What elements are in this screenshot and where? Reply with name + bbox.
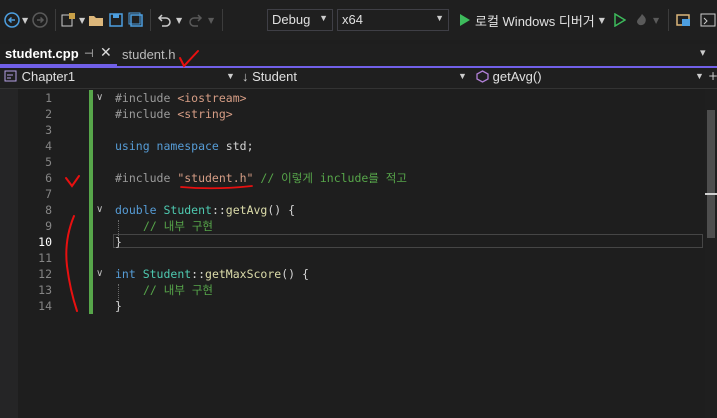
fold-chevron-icon[interactable]: ∨ bbox=[96, 266, 103, 282]
line-number: 6 bbox=[45, 171, 52, 185]
change-tracking-bar bbox=[89, 90, 93, 314]
line-number: 14 bbox=[38, 299, 52, 313]
line-number: 11 bbox=[38, 251, 52, 265]
line-number: 9 bbox=[45, 219, 52, 233]
project-dropdown[interactable]: Chapter1 ▼ bbox=[4, 69, 235, 87]
line-number: 8 bbox=[45, 203, 52, 217]
current-line-highlight bbox=[113, 234, 703, 248]
tab-bar: student.cpp ⊣ ✕ student.h ▾ bbox=[0, 44, 717, 66]
line-number: 1 bbox=[45, 91, 52, 105]
code-line: int Student::getMaxScore() { bbox=[115, 267, 309, 281]
new-dropdown-icon[interactable]: ▼ bbox=[79, 10, 85, 30]
run-debugger-button[interactable]: 로컬 Windows 디버거 ▼ bbox=[457, 10, 605, 30]
project-icon bbox=[4, 70, 17, 82]
hot-reload-icon[interactable] bbox=[634, 10, 650, 30]
back-dropdown-icon[interactable]: ▼ bbox=[22, 10, 28, 30]
tab-overflow-icon[interactable]: ▾ bbox=[700, 46, 706, 59]
code-line: #include <iostream> bbox=[115, 91, 247, 105]
forward-icon[interactable] bbox=[32, 10, 48, 30]
save-all-icon[interactable] bbox=[128, 10, 144, 30]
code-line: // 내부 구현 bbox=[143, 219, 214, 233]
chevron-down-icon: ▼ bbox=[598, 15, 605, 25]
chevron-down-icon: ▼ bbox=[435, 13, 444, 23]
solution-explorer-icon[interactable] bbox=[676, 10, 692, 30]
code-line: double Student::getAvg() { bbox=[115, 203, 296, 217]
chevron-down-icon: ▼ bbox=[458, 71, 467, 81]
undo-icon[interactable] bbox=[156, 10, 172, 30]
pin-icon[interactable]: ⊣ bbox=[84, 47, 94, 60]
config-select[interactable]: Debug ▼ bbox=[267, 9, 333, 31]
line-number: 5 bbox=[45, 155, 52, 169]
back-icon[interactable] bbox=[4, 10, 20, 30]
code-line: } bbox=[115, 299, 122, 313]
tab-label: student.cpp bbox=[5, 46, 79, 61]
scope-name: Student bbox=[252, 69, 297, 84]
line-number: 2 bbox=[45, 107, 52, 121]
run-label: 로컬 Windows 디버거 bbox=[475, 13, 595, 29]
config-value: Debug bbox=[272, 12, 311, 27]
project-name: Chapter1 bbox=[21, 69, 76, 84]
open-folder-icon[interactable] bbox=[88, 10, 104, 30]
line-number: 3 bbox=[45, 123, 52, 137]
code-line: #include <string> bbox=[115, 107, 233, 121]
fold-chevron-icon[interactable]: ∨ bbox=[96, 90, 103, 106]
platform-value: x64 bbox=[342, 12, 363, 27]
toolbar: ▼ ▼ ▼ ▼ Debug ▼ x64 ▼ 로컬 Windows 디버거 ▼ ▼ bbox=[0, 0, 717, 40]
start-without-debug-icon[interactable] bbox=[612, 10, 626, 30]
scrollbar-thumb[interactable] bbox=[707, 110, 715, 238]
chevron-down-icon: ▼ bbox=[226, 71, 235, 81]
chevron-down-icon: ▼ bbox=[319, 13, 328, 23]
close-icon[interactable]: ✕ bbox=[100, 45, 112, 61]
redo-dropdown-icon[interactable]: ▼ bbox=[208, 10, 214, 30]
chevron-down-icon: ▼ bbox=[695, 71, 704, 81]
platform-select[interactable]: x64 ▼ bbox=[337, 9, 449, 31]
member-dropdown[interactable]: getAvg() ▼ bbox=[476, 69, 704, 87]
new-project-icon[interactable] bbox=[60, 10, 76, 30]
redo-icon[interactable] bbox=[188, 10, 204, 30]
tab-student-cpp[interactable]: student.cpp ⊣ ✕ bbox=[0, 44, 117, 66]
undo-dropdown-icon[interactable]: ▼ bbox=[176, 10, 182, 30]
code-line: // 내부 구현 bbox=[143, 283, 214, 297]
code-line: using namespace std; bbox=[115, 139, 254, 153]
line-number-current: 10 bbox=[38, 235, 52, 249]
split-icon[interactable]: + bbox=[708, 69, 717, 83]
line-number: 13 bbox=[38, 283, 52, 297]
code-line-current: } bbox=[115, 235, 122, 249]
method-cube-icon bbox=[476, 70, 489, 83]
save-icon[interactable] bbox=[108, 10, 124, 30]
indicator-margin bbox=[0, 89, 18, 418]
line-number: 7 bbox=[45, 187, 52, 201]
arrow-down-icon: ↓ bbox=[242, 69, 249, 84]
tab-student-h[interactable]: student.h bbox=[122, 47, 176, 62]
code-editor[interactable] bbox=[0, 89, 705, 418]
scrollbar-caret-marker bbox=[705, 193, 717, 195]
hot-reload-dropdown-icon[interactable]: ▼ bbox=[653, 10, 659, 30]
line-number: 4 bbox=[45, 139, 52, 153]
line-number: 12 bbox=[38, 267, 52, 281]
code-line: #include "student.h" // 이렇게 include를 적고 bbox=[115, 171, 407, 185]
fold-chevron-icon[interactable]: ∨ bbox=[96, 202, 103, 218]
more-toolbar-icon[interactable] bbox=[700, 10, 716, 30]
navigation-bar: Chapter1 ▼ ↓ Student ▼ getAvg() ▼ + bbox=[0, 68, 717, 89]
member-name: getAvg() bbox=[492, 69, 542, 84]
scope-dropdown[interactable]: ↓ Student ▼ bbox=[242, 69, 470, 87]
